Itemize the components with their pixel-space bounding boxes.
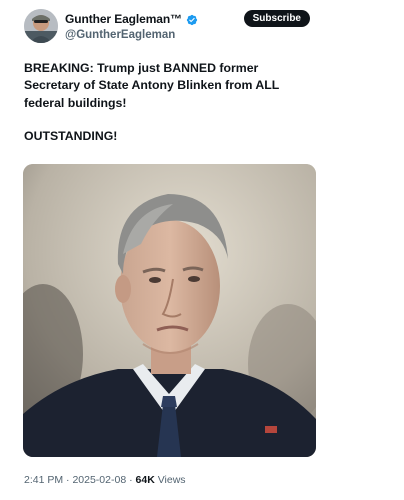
photo-illustration (23, 164, 316, 457)
views-count: 64K (135, 474, 155, 486)
views-label: Views (157, 474, 186, 486)
tweet-photo[interactable] (23, 164, 316, 457)
verified-badge-icon (186, 13, 198, 26)
tweet-header: Gunther Eagleman™ @GuntherEagleman Subsc… (24, 8, 316, 44)
tweet-text: BREAKING: Trump just BANNED former Secre… (24, 60, 314, 145)
author-handle[interactable]: @GuntherEagleman (65, 29, 198, 41)
tweet-meta: 2:41 PM · 2025-02-08 · 64K Views (24, 474, 186, 486)
meta-separator: · (66, 474, 70, 486)
tweet-paragraph: BREAKING: Trump just BANNED former Secre… (24, 61, 280, 110)
meta-separator: · (129, 474, 133, 486)
tweet-date[interactable]: 2025-02-08 (72, 474, 126, 486)
tweet-time[interactable]: 2:41 PM (24, 474, 63, 486)
subscribe-button[interactable]: Subscribe (243, 10, 310, 27)
author-avatar[interactable] (24, 9, 58, 43)
author-display-name[interactable]: Gunther Eagleman™ (65, 12, 182, 26)
tweet-paragraph: OUTSTANDING! (24, 128, 118, 143)
